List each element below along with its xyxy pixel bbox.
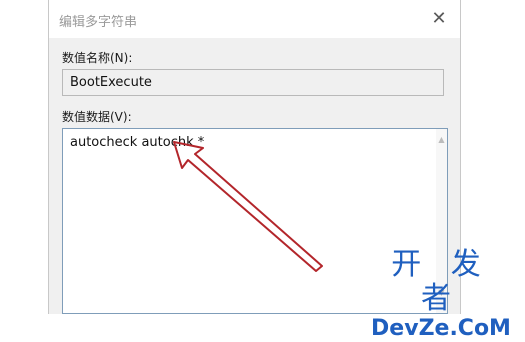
watermark-cn: 开 发 者 [391, 247, 491, 316]
watermark-en: DevZe.CoM [371, 316, 511, 341]
watermark: 开 发 者 DevZe.CoM [366, 248, 516, 342]
arrow-outline [173, 141, 323, 272]
